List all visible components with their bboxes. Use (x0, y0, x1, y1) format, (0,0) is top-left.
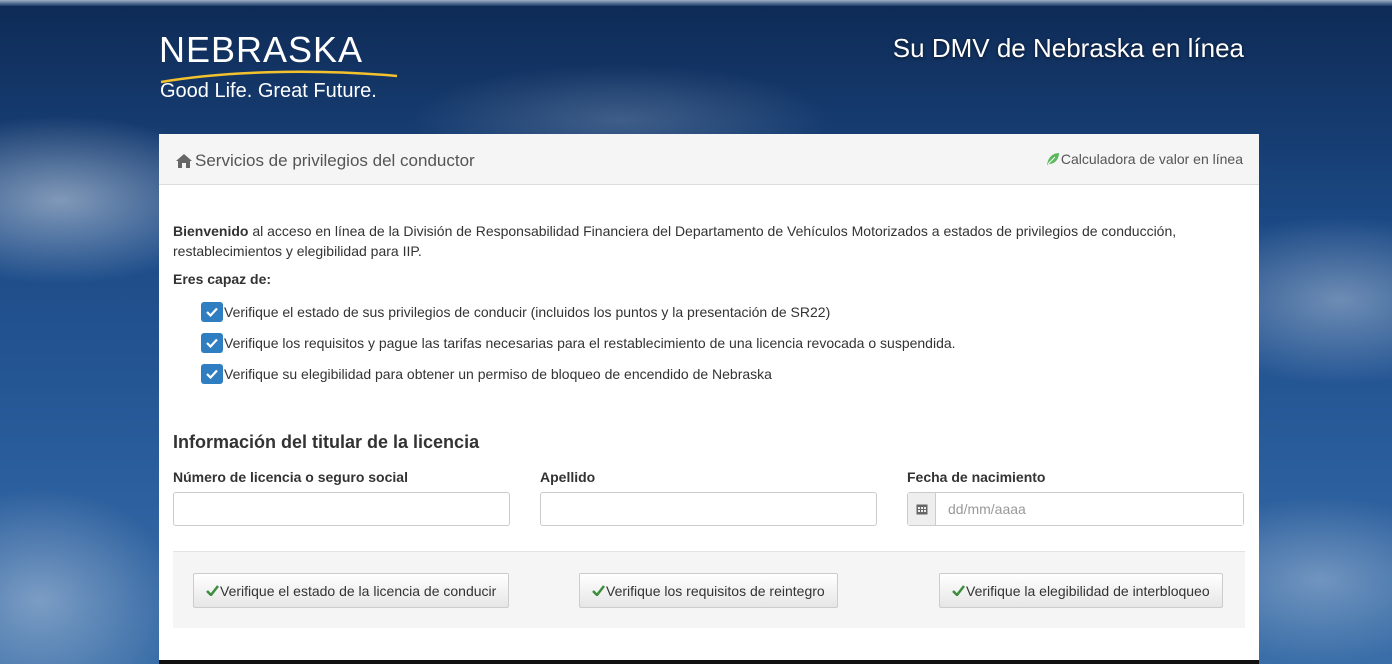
leaf-icon (1046, 153, 1059, 165)
capability-item: Verifique su elegibilidad para obtener u… (201, 363, 956, 385)
last-name-input[interactable] (540, 492, 877, 526)
last-name-label: Apellido (540, 469, 596, 485)
capability-text: Verifique el estado de sus privilegios d… (224, 304, 831, 320)
nebraska-logo: NEBRASKA Good Life. Great Future. (159, 30, 419, 110)
home-icon (176, 154, 192, 168)
logo-tagline: Good Life. Great Future. (160, 80, 377, 102)
verify-reinstatement-label: Verifique los requisitos de reintegro (606, 582, 825, 599)
capabilities-list: Verifique el estado de sus privilegios d… (201, 301, 956, 394)
checkmark-icon (201, 333, 223, 353)
capability-text: Verifique los requisitos y pague las tar… (224, 335, 956, 351)
verify-license-status-button[interactable]: Verifique el estado de la licencia de co… (193, 573, 510, 608)
panel-header: Servicios de privilegios del conductor C… (159, 134, 1259, 185)
bottom-divider (159, 660, 1259, 664)
capability-item: Verifique los requisitos y pague las tar… (201, 332, 956, 354)
license-holder-heading: Información del titular de la licencia (173, 432, 480, 452)
license-number-label: Número de licencia o seguro social (173, 469, 408, 485)
calendar-icon[interactable] (908, 493, 936, 525)
capability-text: Verifique su elegibilidad para obtener u… (224, 366, 772, 382)
birth-date-field (907, 492, 1244, 526)
checkmark-icon (201, 364, 223, 384)
panel-title: Servicios de privilegios del conductor (175, 151, 475, 171)
verify-interlock-button[interactable]: Verifique la elegibilidad de interbloque… (939, 573, 1223, 608)
verify-reinstatement-button[interactable]: Verifique los requisitos de reintegro (579, 573, 838, 608)
panel-title-text: Servicios de privilegios del conductor (195, 151, 475, 170)
birth-date-label: Fecha de nacimiento (907, 469, 1046, 485)
checkmark-icon (201, 302, 223, 322)
value-calculator-label: Calculadora de valor en línea (1060, 151, 1243, 167)
license-number-input[interactable] (173, 492, 510, 526)
welcome-text: Bienvenido al acceso en línea de la Divi… (173, 221, 1223, 261)
main-panel: Servicios de privilegios del conductor C… (159, 134, 1259, 664)
verify-license-status-label: Verifique el estado de la licencia de co… (220, 582, 497, 599)
welcome-body: al acceso en línea de la División de Res… (173, 223, 1177, 259)
verify-interlock-label: Verifique la elegibilidad de interbloque… (966, 582, 1210, 599)
checkmark-icon (592, 585, 605, 596)
checkmark-icon (952, 585, 965, 596)
action-bar: Verifique el estado de la licencia de co… (173, 551, 1245, 628)
top-shade (0, 0, 1392, 6)
capability-item: Verifique el estado de sus privilegios d… (201, 301, 956, 323)
site-title: Su DMV de Nebraska en línea (892, 33, 1244, 63)
capabilities-label: Eres capaz de: (173, 271, 272, 287)
logo-wordmark: NEBRASKA (159, 29, 364, 70)
welcome-bold: Bienvenido (173, 223, 249, 239)
birth-date-input[interactable] (936, 493, 1243, 525)
checkmark-icon (206, 585, 219, 596)
value-calculator-link[interactable]: Calculadora de valor en línea (1046, 151, 1243, 167)
